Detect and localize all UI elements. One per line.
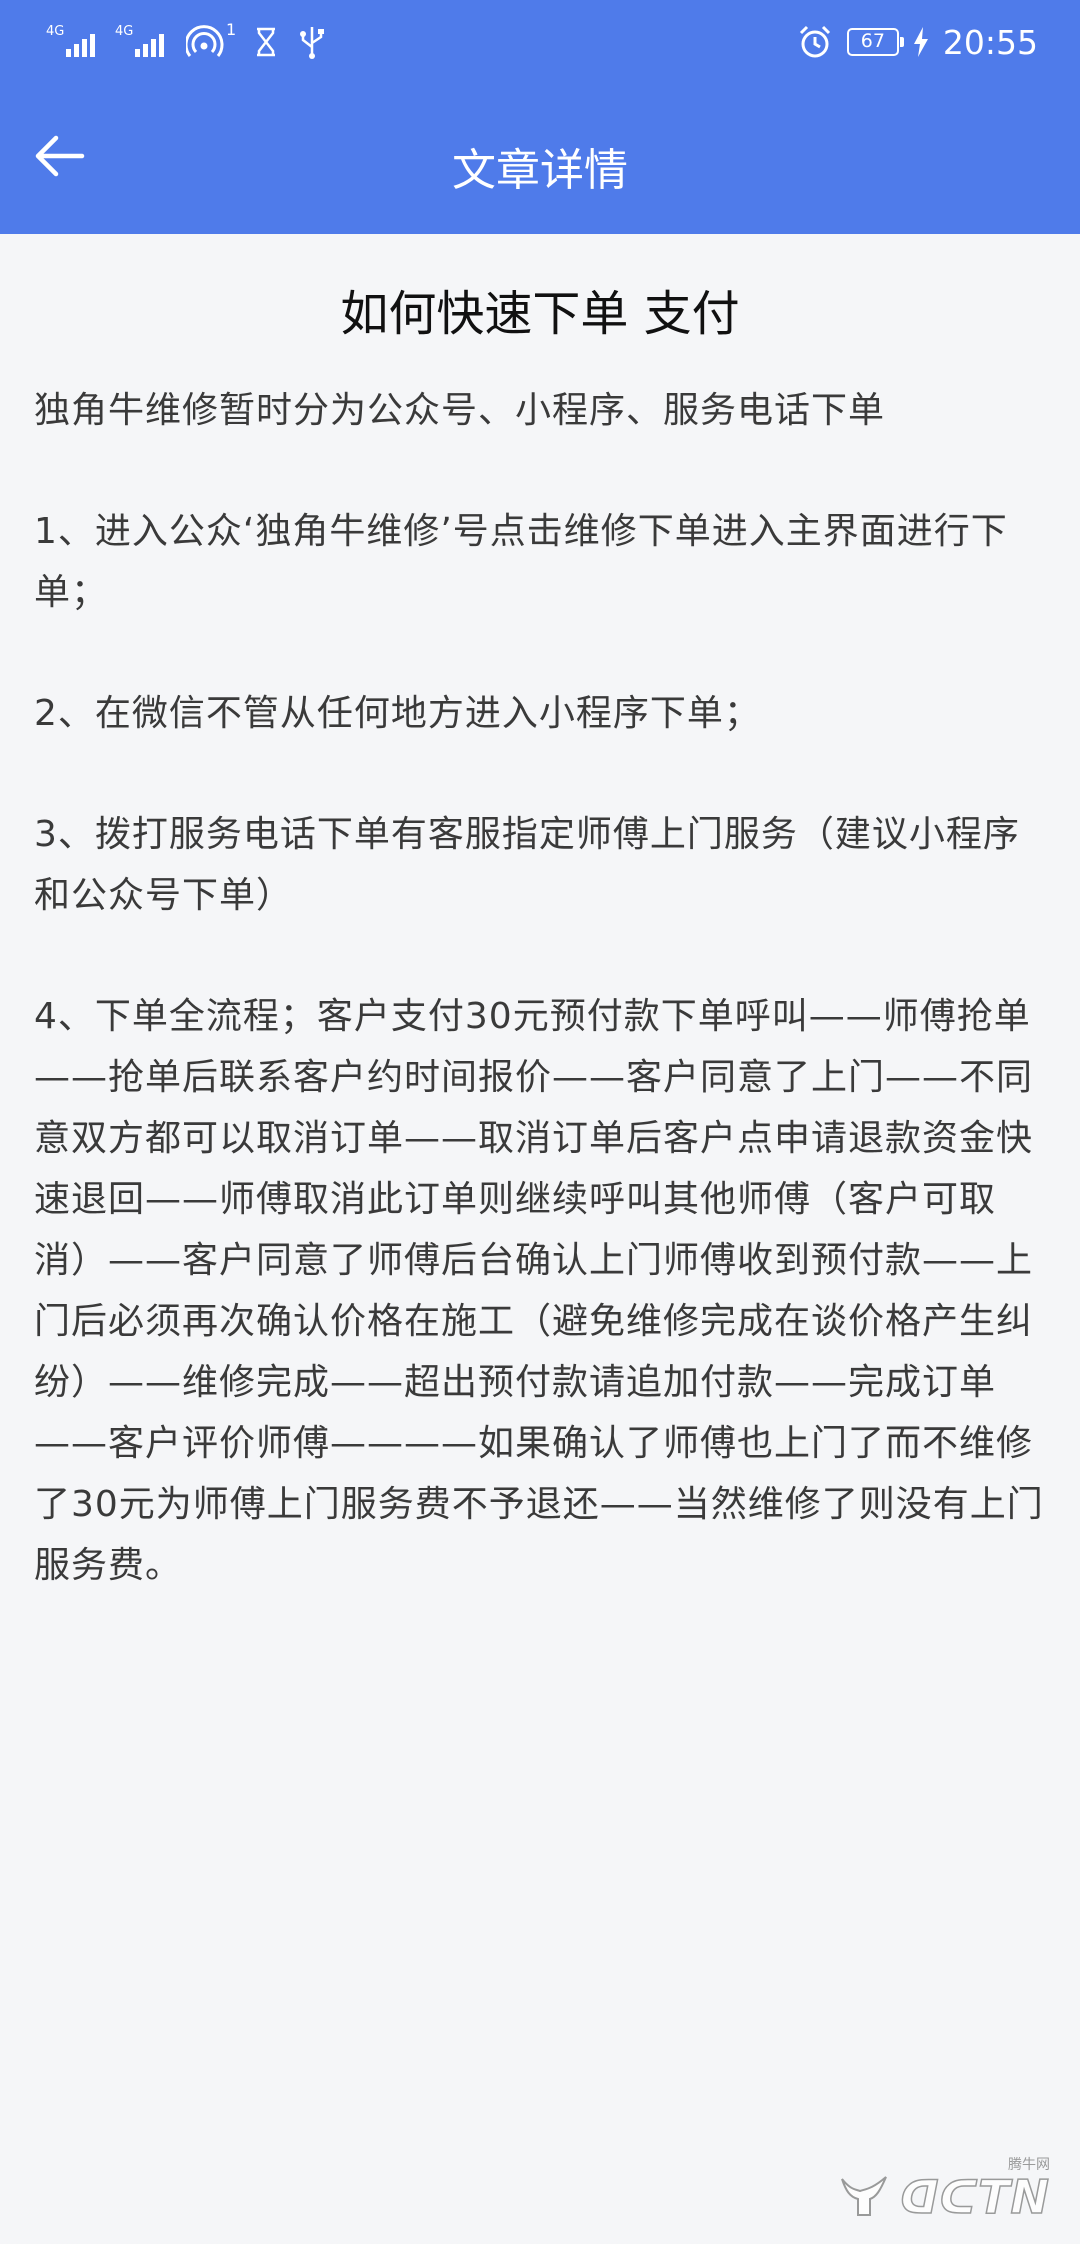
app-bar: 文章详情 [0, 84, 1080, 234]
article-paragraph-3: 3、拨打服务电话下单有客服指定师傅上门服务（建议小程序和公众号下单） [34, 814, 1020, 916]
page-title: 文章详情 [452, 145, 628, 196]
header: 4G 4G 1 67 20:55 文章详情 [0, 0, 1080, 234]
status-left: 4G 4G 1 [46, 20, 326, 64]
signal-2-icon: 4G [115, 24, 164, 57]
status-bar: 4G 4G 1 67 20:55 [0, 0, 1080, 84]
article-content: 如何快速下单 支付 独角牛维修暂时分为公众号、小程序、服务电话下单 1、进入公众… [0, 234, 1080, 1596]
network-type-2: 4G [115, 24, 134, 39]
status-time: 20:55 [942, 22, 1038, 62]
charging-icon [913, 27, 928, 57]
article-paragraph-2: 2、在微信不管从任何地方进入小程序下单； [34, 693, 761, 734]
battery-indicator: 67 [846, 28, 904, 56]
article-paragraph-1: 1、进入公众‘独角牛维修’号点击维修下单进入主界面进行下单； [34, 511, 1008, 613]
status-right: 67 20:55 [797, 18, 1038, 66]
hotspot-icon [186, 25, 224, 57]
bull-logo-icon [841, 2176, 888, 2216]
watermark: ᗡᑕTN 腾牛网 [836, 2157, 1050, 2225]
article-paragraph-4: 4、下单全流程；客户支付30元预付款下单呼叫——师傅抢单——抢单后联系客户约时间… [34, 996, 1044, 1586]
article-intro: 独角牛维修暂时分为公众号、小程序、服务电话下单 [34, 390, 886, 431]
hotspot-badge: 1 [226, 20, 237, 39]
watermark-small-text: 腾牛网 [1008, 2157, 1050, 2173]
network-type-1: 4G [46, 24, 65, 39]
watermark-text: ᗡᑕTN [900, 2169, 1050, 2225]
alarm-icon [799, 25, 830, 58]
usb-icon [300, 27, 325, 59]
hourglass-icon [257, 27, 276, 57]
signal-1-icon: 4G [46, 24, 95, 57]
article-title: 如何快速下单 支付 [340, 286, 740, 342]
